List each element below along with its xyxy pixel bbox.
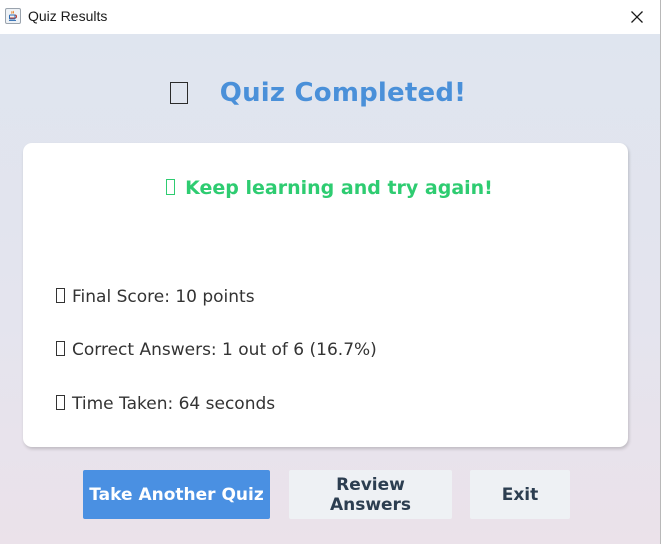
final-score-stat: Final Score: 10 points [56, 287, 255, 307]
final-score-text: Final Score: 10 points [72, 287, 255, 307]
exit-button[interactable]: Exit [470, 470, 570, 519]
quiz-results-window: Quiz Results Quiz Completed! Keep learni… [0, 0, 661, 544]
page-title: Quiz Completed! [219, 78, 467, 108]
placeholder-glyph-icon [169, 82, 188, 104]
placeholder-glyph-icon [56, 341, 65, 356]
feedback-message-text: Keep learning and try again! [185, 177, 493, 199]
placeholder-glyph-icon [56, 395, 65, 410]
page-heading: Quiz Completed! [0, 78, 660, 108]
content-area: Quiz Completed! Keep learning and try ag… [0, 34, 660, 544]
correct-answers-stat: Correct Answers: 1 out of 6 (16.7%) [56, 340, 377, 360]
window-title: Quiz Results [28, 8, 108, 24]
title-bar: Quiz Results [0, 0, 660, 34]
time-taken-stat: Time Taken: 64 seconds [56, 394, 275, 414]
close-icon [631, 11, 643, 23]
time-taken-text: Time Taken: 64 seconds [72, 394, 276, 414]
close-button[interactable] [614, 0, 660, 34]
placeholder-glyph-icon [56, 288, 65, 303]
review-answers-button[interactable]: Review Answers [289, 470, 452, 519]
take-another-quiz-button[interactable]: Take Another Quiz [83, 470, 270, 519]
placeholder-glyph-icon [166, 179, 176, 195]
java-icon [5, 8, 21, 24]
feedback-message: Keep learning and try again! [23, 177, 628, 199]
correct-answers-text: Correct Answers: 1 out of 6 (16.7%) [72, 340, 377, 360]
results-card: Keep learning and try again! Final Score… [23, 143, 628, 447]
